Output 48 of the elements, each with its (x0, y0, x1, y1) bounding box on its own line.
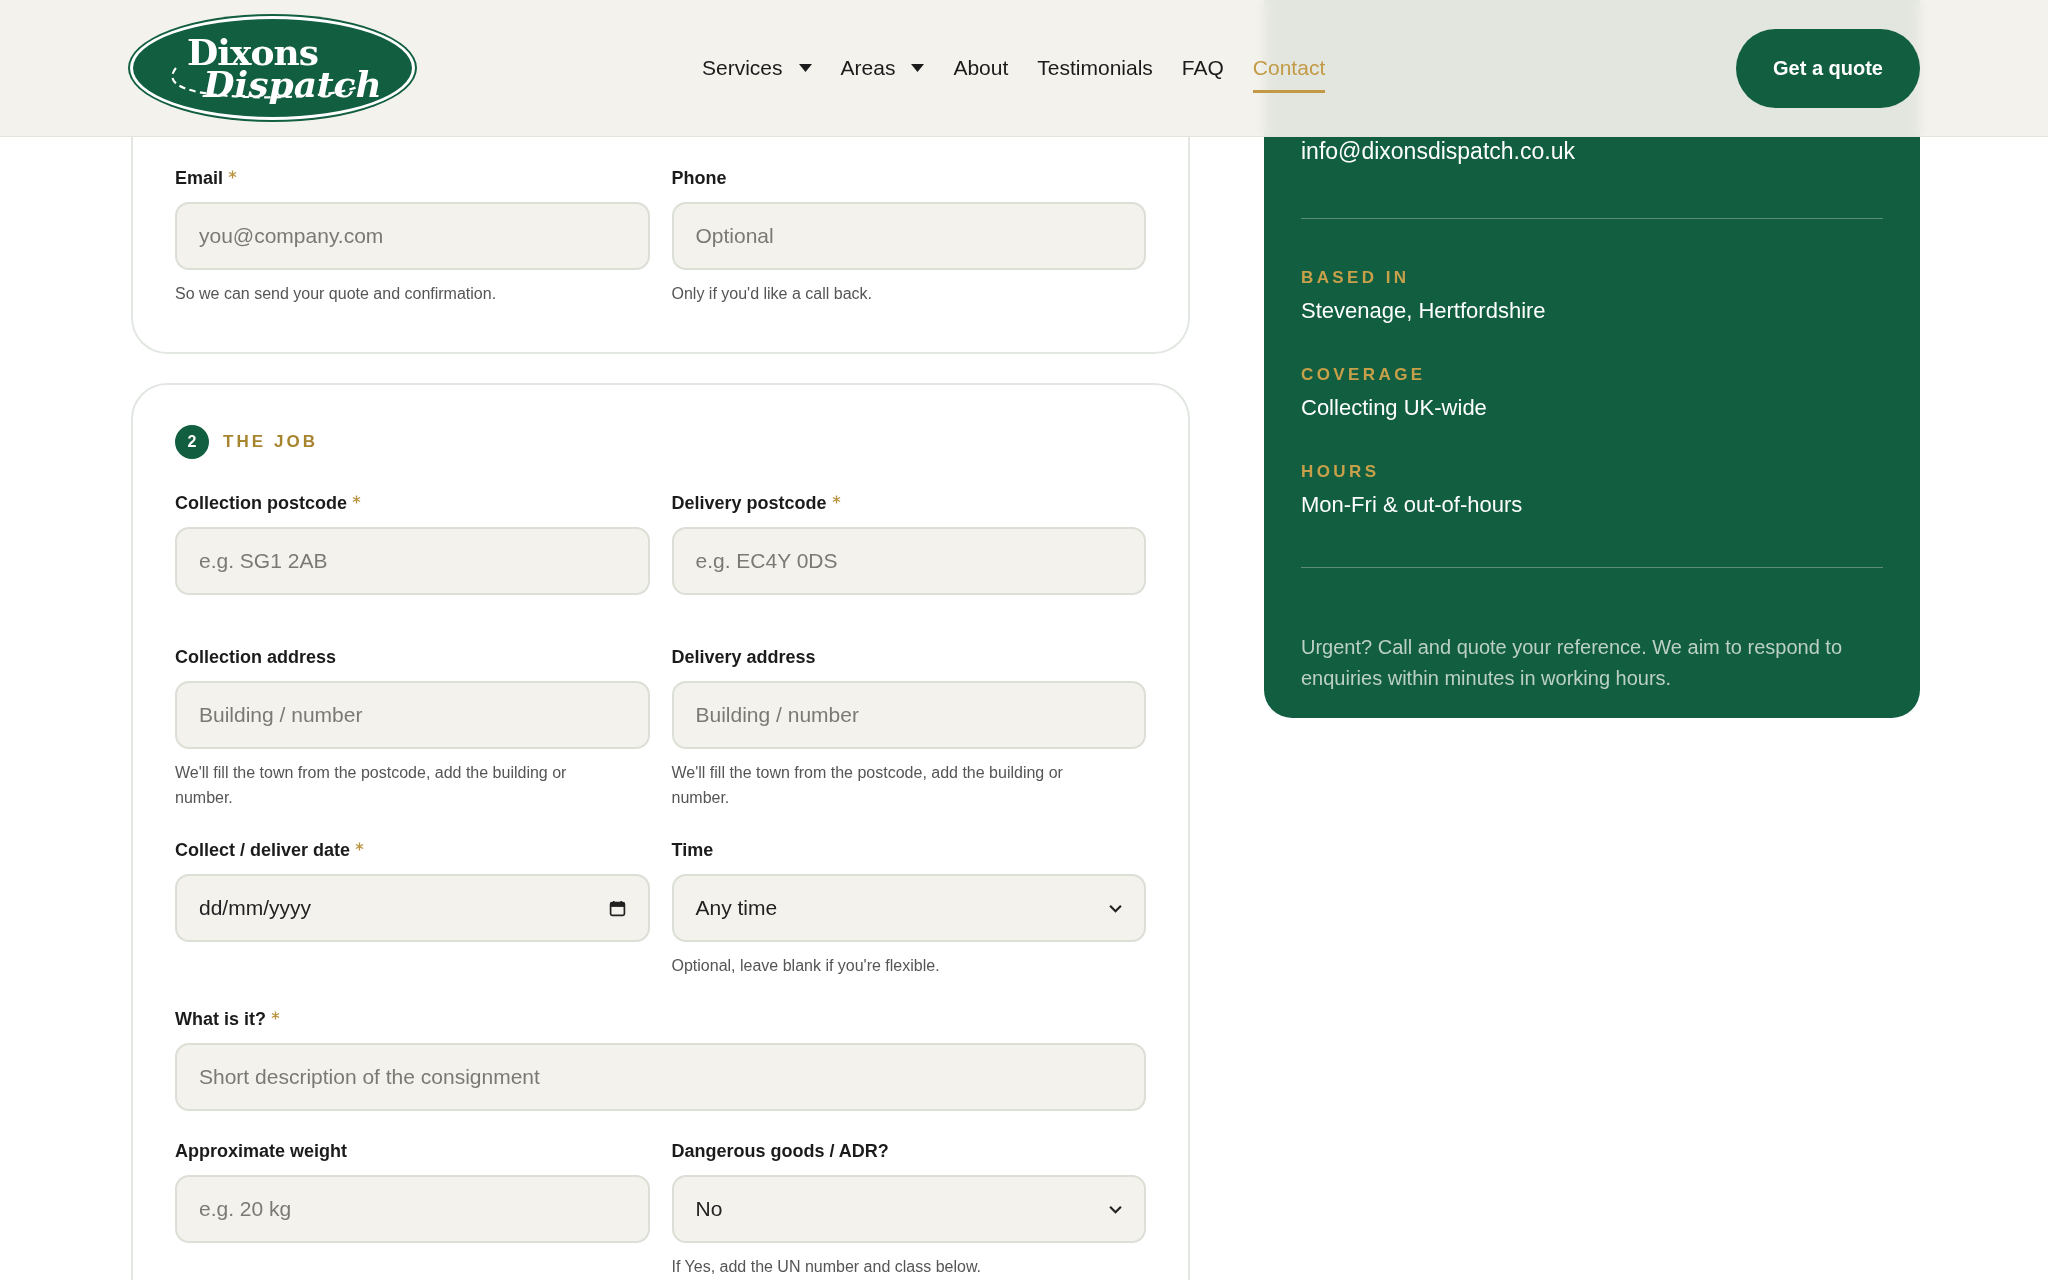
field-label: Time (671, 840, 714, 862)
field-hint: We'll fill the town from the postcode, add the building or number. (175, 762, 568, 808)
input-field[interactable]: e.g. SG1 2AB (175, 526, 650, 595)
field-label: Collection postcode (175, 492, 347, 514)
calendar-icon (608, 899, 626, 917)
field-hint: If Yes, add the UN number and class below. (671, 1257, 983, 1278)
detail-value: Stevenage, Hertfordshire (1301, 298, 1547, 324)
field-hint: Optional, leave blank if you're flexible. (671, 956, 941, 977)
field-label: Dangerous goods / ADR? (671, 1141, 889, 1163)
detail-label: BASED IN (1301, 268, 1411, 288)
date-field[interactable]: dd/mm/yyyy (175, 874, 650, 943)
field-hint: Only if you'd like a call back. (671, 284, 873, 304)
dixons-dispatch-logo[interactable]: Dixons Dispatch (130, 16, 415, 120)
input-field[interactable]: Building / number (175, 680, 650, 749)
nav-link[interactable]: FAQ (1181, 46, 1224, 93)
field-label: Delivery postcode (671, 492, 827, 514)
input-field[interactable]: e.g. EC4Y 0DS (671, 526, 1146, 595)
field-hint: We'll fill the town from the postcode, add the building or number. (671, 762, 1064, 808)
nav-link[interactable]: About (953, 46, 1009, 93)
chevron-down-icon (1109, 903, 1122, 913)
input-field[interactable]: e.g. 20 kg (175, 1175, 650, 1244)
section-title: THE JOB (223, 431, 319, 452)
detail-label: COVERAGE (1301, 365, 1427, 385)
field-hint: So we can send your quote and confirmation. (175, 284, 498, 304)
nav-link[interactable]: Testimonials (1037, 46, 1153, 93)
input-field[interactable]: Optional (671, 202, 1146, 270)
field-label: Email (175, 168, 224, 189)
field-label: What is it? (175, 1009, 266, 1031)
field-label: Approximate weight (175, 1141, 348, 1163)
field-label: Collect / deliver date (175, 840, 351, 862)
get-quote-button[interactable]: Get a quote (1736, 28, 1920, 108)
field-label: Phone (671, 168, 727, 189)
detail-value: Collecting UK-wide (1301, 395, 1488, 421)
detail-label: HOURS (1301, 462, 1381, 482)
input-field[interactable]: you@company.com (175, 202, 650, 270)
nav-link[interactable]: Areas (840, 46, 925, 93)
input-field[interactable]: Building / number (671, 680, 1146, 749)
step-number: 2 (175, 424, 209, 459)
urgent-note: Urgent? Call and quote your reference. We aim to respond to enquiries within minutes in working hours. (1301, 635, 1844, 691)
chevron-down-icon (1109, 1204, 1122, 1214)
email-link[interactable]: info@dixonsdispatch.co.uk (1301, 138, 1883, 165)
select-dropdown[interactable]: No (671, 1175, 1146, 1244)
detail-value: Mon-Fri & out-of-hours (1301, 492, 1524, 518)
field-label: Collection address (175, 646, 337, 668)
input-field[interactable]: Short description of the consignment (175, 1043, 1146, 1112)
select-dropdown[interactable]: Any time (671, 874, 1146, 943)
field-label: Delivery address (671, 646, 816, 668)
nav-link[interactable]: Services (702, 46, 812, 93)
